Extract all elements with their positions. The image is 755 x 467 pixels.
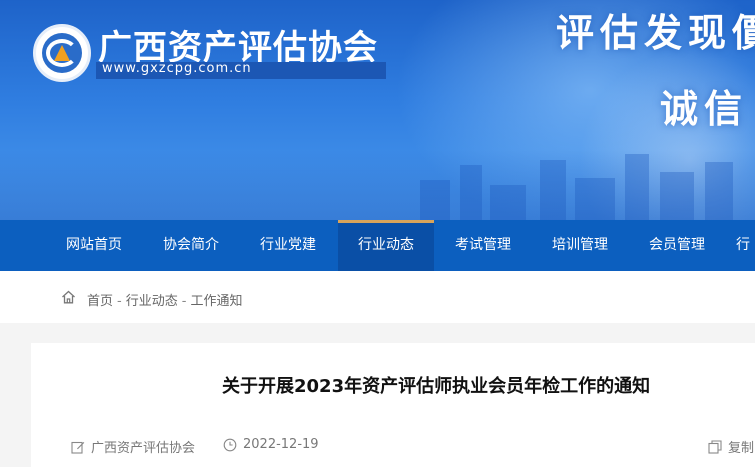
logo-emblem (42, 33, 82, 73)
nav-item-about[interactable]: 协会简介 (144, 220, 238, 271)
copy-icon (708, 439, 722, 454)
edit-icon (71, 441, 85, 454)
site-url: www.gxzcpg.com.cn (102, 61, 252, 76)
nav-item-news[interactable]: 行业动态 (338, 220, 434, 271)
banner-skyline (0, 150, 755, 220)
breadcrumb: 首页 - 行业动态 - 工作通知 (87, 290, 242, 309)
article-title: 关于开展2023年资产评估师执业会员年检工作的通知 (222, 376, 651, 397)
nav-item-home[interactable]: 网站首页 (47, 220, 141, 271)
copy-button-label: 复制 (728, 441, 755, 456)
article-date-text: 2022-12-19 (243, 437, 319, 452)
breadcrumb-separator: - (117, 294, 122, 309)
nav-item-more[interactable]: 行 (736, 220, 755, 271)
nav-item-party[interactable]: 行业党建 (241, 220, 335, 271)
site-logo[interactable] (33, 24, 91, 82)
breadcrumb-separator: - (181, 294, 187, 309)
banner-slogan-line2: 诚信 (660, 87, 749, 131)
nav-item-members[interactable]: 会员管理 (630, 220, 724, 271)
banner-slogan-line1: 评估发现價 (556, 11, 755, 55)
home-icon[interactable] (61, 290, 76, 304)
header-banner: 广西资产评估协会 www.gxzcpg.com.cn 评估发现價 诚信 (0, 0, 755, 220)
article-date: 2022-12-19 (223, 437, 319, 452)
nav-item-exams[interactable]: 考试管理 (436, 220, 530, 271)
breadcrumb-item-news[interactable]: 行业动态 (126, 290, 178, 309)
breadcrumb-item-home[interactable]: 首页 (87, 290, 113, 309)
main-nav: 网站首页 协会简介 行业党建 行业动态 考试管理 培训管理 会员管理 行 (0, 220, 755, 271)
clock-icon (223, 438, 237, 451)
nav-item-training[interactable]: 培训管理 (533, 220, 627, 271)
copy-button[interactable]: 复制 (708, 437, 754, 456)
article-author-text: 广西资产评估协会 (91, 441, 196, 456)
article-author: 广西资产评估协会 (71, 437, 195, 456)
breadcrumb-item-notices[interactable]: 工作通知 (190, 290, 242, 309)
